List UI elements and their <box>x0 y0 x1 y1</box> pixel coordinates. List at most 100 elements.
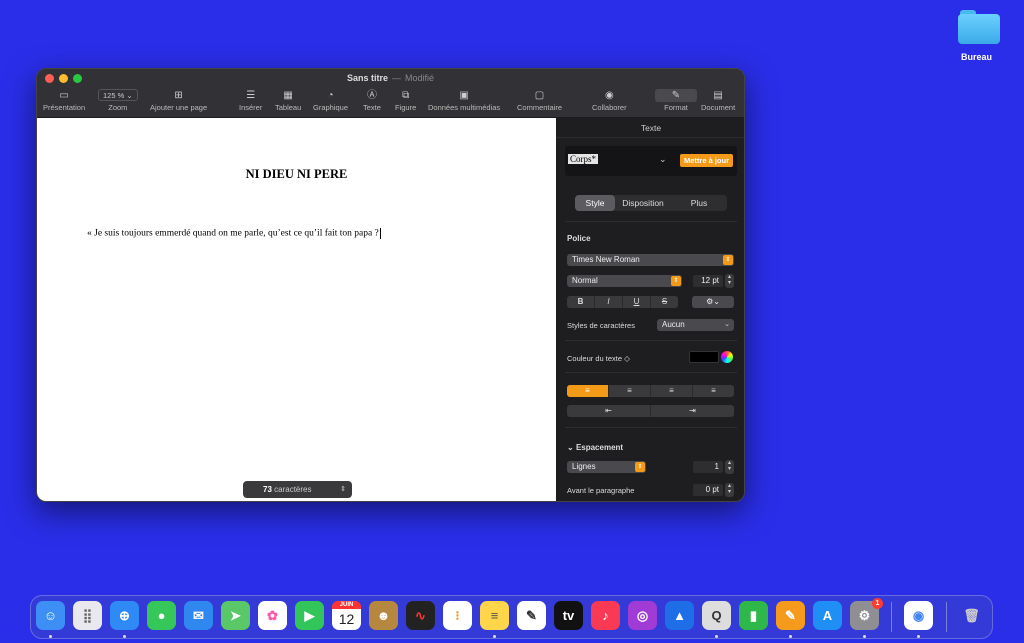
spacing-mode-popup[interactable]: Lignes ⇕ <box>567 461 646 473</box>
photo-icon: ▣ <box>459 90 469 101</box>
shape-button[interactable]: ⧉ Figure <box>395 89 416 112</box>
desktop-folder-bureau[interactable]: Bureau <box>950 8 1008 62</box>
launchpad-icon[interactable]: ⣿ <box>73 601 102 630</box>
music-icon[interactable]: ♪ <box>591 601 620 630</box>
paintbrush-icon: ✎ <box>655 89 697 102</box>
before-paragraph-label: Avant le paragraphe <box>567 486 635 495</box>
textbox-icon: Ⓐ <box>366 90 377 101</box>
photos-icon[interactable]: ✿ <box>258 601 287 630</box>
add-page-button[interactable]: ⊞ Ajouter une page <box>150 89 207 112</box>
align-center-button[interactable]: ≡ <box>609 385 651 397</box>
finder-icon[interactable]: ☺ <box>36 601 65 630</box>
paragraph-style-selector[interactable]: Corps* ⌄ Mettre à jour <box>565 146 737 176</box>
char-styles-popup[interactable]: Aucun ⌄ <box>657 319 734 331</box>
chevron-down-icon: ⌄ <box>659 154 667 164</box>
line-spacing-stepper[interactable]: ▴ ▾ <box>725 460 734 474</box>
chevron-down-icon: ⌄ <box>567 443 576 452</box>
gear-icon: ⚙⌄ <box>706 297 720 306</box>
maps-icon[interactable]: ➤ <box>221 601 250 630</box>
document-title[interactable]: NI DIEU NI PERE <box>37 167 556 182</box>
strikethrough-button[interactable]: S <box>651 296 678 308</box>
char-styles-label: Styles de caractères <box>567 321 635 330</box>
document-canvas[interactable]: NI DIEU NI PERE « Je suis toujours emmer… <box>37 118 556 501</box>
notes-icon[interactable]: ≡ <box>480 601 509 630</box>
indent-buttons: ⇤ ⇥ <box>567 405 734 417</box>
messages-icon[interactable]: ● <box>147 601 176 630</box>
before-paragraph-field[interactable]: 0 pt <box>693 484 723 496</box>
decrease-indent-button[interactable]: ⇤ <box>567 405 651 417</box>
clock-chart-icon: ◔ <box>327 90 334 101</box>
facetime-icon[interactable]: ▶ <box>295 601 324 630</box>
advanced-options-button[interactable]: ⚙⌄ <box>692 296 734 308</box>
mail-icon[interactable]: ✉ <box>184 601 213 630</box>
line-spacing-field[interactable]: 1 <box>693 461 723 473</box>
text-color-label[interactable]: Couleur du texte ◇ <box>567 354 630 363</box>
alignment-buttons: ≡ ≡ ≡ ≡ <box>567 385 734 397</box>
window-title: Sans titre — Modifié <box>346 73 435 83</box>
insert-button[interactable]: ☰ Insérer <box>239 89 262 112</box>
safari-icon[interactable]: ⊕ <box>110 601 139 630</box>
document-name: Sans titre <box>346 73 388 83</box>
format-inspector: Texte Corps* ⌄ Mettre à jour Style Dispo… <box>556 118 744 501</box>
font-size-field[interactable]: 12 pt <box>693 275 723 287</box>
table-icon: ▦ <box>283 90 293 101</box>
increase-indent-button[interactable]: ⇥ <box>651 405 734 417</box>
dock: ☺ ⣿ ⊕ ● ✉ ➤ ✿ ▶ JUIN 12 ☻ ∿ ⁝ ≡ ✎ tv ♪ ◎… <box>30 595 993 639</box>
justify-button[interactable]: ≡ <box>693 385 734 397</box>
zoom-popup[interactable]: 125 % ⌄ <box>98 89 138 101</box>
notification-badge: 1 <box>872 598 883 609</box>
tab-layout[interactable]: Disposition <box>615 195 671 211</box>
trash-icon[interactable]: 🗑 <box>957 601 986 630</box>
font-weight-popup[interactable]: Normal ⇕ <box>567 275 682 287</box>
chevron-down-icon: ⌄ <box>724 321 730 328</box>
update-style-button[interactable]: Mettre à jour <box>679 154 733 167</box>
word-count-popup[interactable]: 73 caractères ⇕ <box>243 481 352 498</box>
chrome-icon[interactable]: ◉ <box>904 601 933 630</box>
shape-icon: ⧉ <box>402 90 410 101</box>
podcasts-icon[interactable]: ◎ <box>628 601 657 630</box>
zoom-control[interactable]: 125 % ⌄ Zoom <box>98 89 138 112</box>
collaborate-button[interactable]: ◉ Collaborer <box>592 89 627 112</box>
align-left-button[interactable]: ≡ <box>567 385 609 397</box>
tab-more[interactable]: Plus <box>671 195 727 211</box>
freeform-icon[interactable]: ✎ <box>517 601 546 630</box>
updown-chevron-icon: ⇕ <box>671 276 681 286</box>
font-section-title: Police <box>567 234 591 243</box>
text-color-swatch[interactable] <box>689 351 719 363</box>
document-paragraph[interactable]: « Je suis toujours emmerdé quand on me p… <box>87 228 381 239</box>
spacing-section-title[interactable]: ⌄ Espacement <box>567 443 623 452</box>
chart-button[interactable]: ◔ Graphique <box>313 89 348 112</box>
voice-memos-icon[interactable]: ∿ <box>406 601 435 630</box>
quicktime-icon[interactable]: Q <box>702 601 731 630</box>
calendar-icon[interactable]: JUIN 12 <box>332 601 361 630</box>
contacts-icon[interactable]: ☻ <box>369 601 398 630</box>
table-button[interactable]: ▦ Tableau <box>275 89 301 112</box>
numbers-icon[interactable]: ▮ <box>739 601 768 630</box>
comment-button[interactable]: ▢ Commentaire <box>517 89 562 112</box>
italic-button[interactable]: I <box>595 296 623 308</box>
pages-window: Sans titre — Modifié ▭ Présentation 125 % … <box>36 68 745 502</box>
keynote-icon[interactable]: ▲ <box>665 601 694 630</box>
font-style-buttons: B I U S <box>567 296 678 308</box>
format-button[interactable]: ✎ Format <box>655 89 697 112</box>
app-store-icon[interactable]: A <box>813 601 842 630</box>
apple-tv-icon[interactable]: tv <box>554 601 583 630</box>
inspector-header: Texte <box>556 118 744 138</box>
bold-button[interactable]: B <box>567 296 595 308</box>
tab-style[interactable]: Style <box>575 195 615 211</box>
system-settings-icon[interactable]: ⚙ 1 <box>850 598 883 630</box>
document-button[interactable]: ▤ Document <box>701 89 735 112</box>
pages-icon[interactable]: ✎ <box>776 601 805 630</box>
color-wheel-icon[interactable] <box>721 351 733 363</box>
font-size-stepper[interactable]: ▴ ▾ <box>725 274 734 288</box>
reminders-icon[interactable]: ⁝ <box>443 601 472 630</box>
sidebar-icon: ▭ <box>59 90 69 101</box>
presentation-button[interactable]: ▭ Présentation <box>43 89 85 112</box>
text-button[interactable]: Ⓐ Texte <box>363 89 381 112</box>
align-right-button[interactable]: ≡ <box>651 385 693 397</box>
document-icon: ▤ <box>713 90 723 101</box>
before-paragraph-stepper[interactable]: ▴ ▾ <box>725 483 734 497</box>
font-family-popup[interactable]: Times New Roman ⇕ <box>567 254 734 266</box>
media-button[interactable]: ▣ Données multimédias <box>428 89 500 112</box>
underline-button[interactable]: U <box>623 296 651 308</box>
